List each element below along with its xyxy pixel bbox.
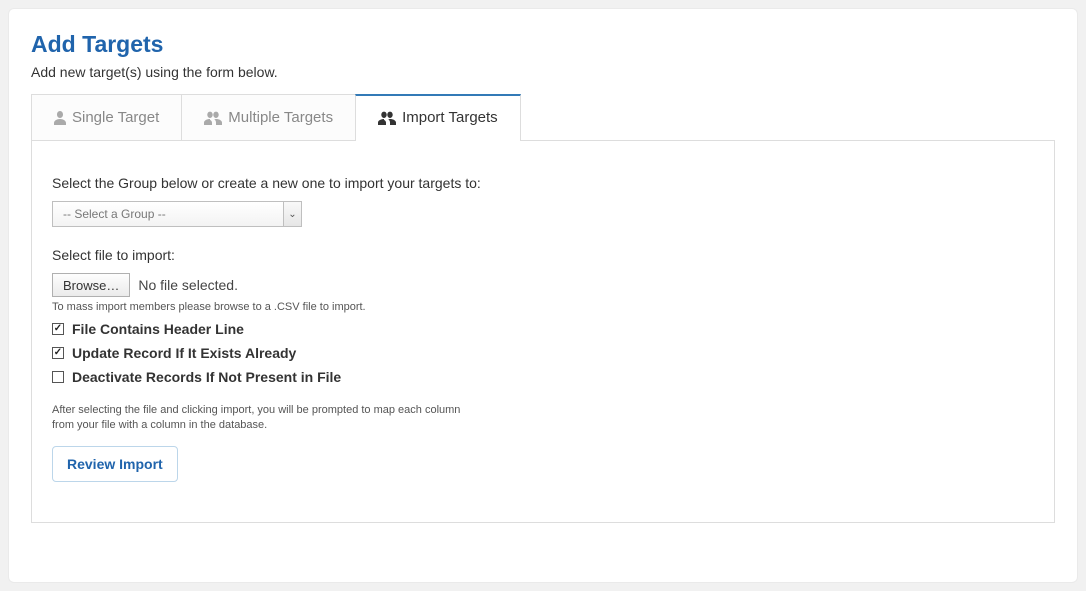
- group-select-placeholder: -- Select a Group --: [53, 202, 283, 226]
- checkbox-deactivate-records-label[interactable]: Deactivate Records If Not Present in Fil…: [72, 369, 341, 385]
- tab-label: Multiple Targets: [228, 109, 333, 126]
- tab-multiple-targets[interactable]: Multiple Targets: [181, 94, 356, 140]
- group-select-label: Select the Group below or create a new o…: [52, 175, 1034, 191]
- page-subtitle: Add new target(s) using the form below.: [31, 64, 1055, 80]
- page-card: Add Targets Add new target(s) using the …: [8, 8, 1078, 583]
- file-select-label: Select file to import:: [52, 247, 1034, 263]
- checkbox-update-record[interactable]: [52, 347, 64, 359]
- tab-label: Import Targets: [402, 109, 498, 126]
- users-icon: [378, 111, 396, 125]
- tab-single-target[interactable]: Single Target: [31, 94, 182, 140]
- file-input-row: Browse… No file selected.: [52, 273, 1034, 297]
- page-title: Add Targets: [31, 31, 1055, 58]
- tab-label: Single Target: [72, 109, 159, 126]
- group-select[interactable]: -- Select a Group -- ⌄: [52, 201, 302, 227]
- file-hint: To mass import members please browse to …: [52, 301, 1034, 313]
- checkbox-header-line[interactable]: [52, 323, 64, 335]
- checkbox-header-line-label[interactable]: File Contains Header Line: [72, 321, 244, 337]
- chevron-down-icon: ⌄: [283, 202, 301, 226]
- user-icon: [54, 111, 66, 125]
- tab-import-targets[interactable]: Import Targets: [355, 94, 521, 140]
- import-panel: Select the Group below or create a new o…: [31, 140, 1055, 523]
- checkbox-update-record-label[interactable]: Update Record If It Exists Already: [72, 345, 296, 361]
- checkbox-deactivate-records[interactable]: [52, 371, 64, 383]
- import-info-text: After selecting the file and clicking im…: [52, 403, 472, 434]
- users-icon: [204, 111, 222, 125]
- file-status-text: No file selected.: [138, 277, 238, 293]
- browse-button[interactable]: Browse…: [52, 273, 130, 297]
- tab-bar: Single Target Multiple Targets Import Ta…: [31, 94, 1055, 141]
- review-import-button[interactable]: Review Import: [52, 446, 178, 482]
